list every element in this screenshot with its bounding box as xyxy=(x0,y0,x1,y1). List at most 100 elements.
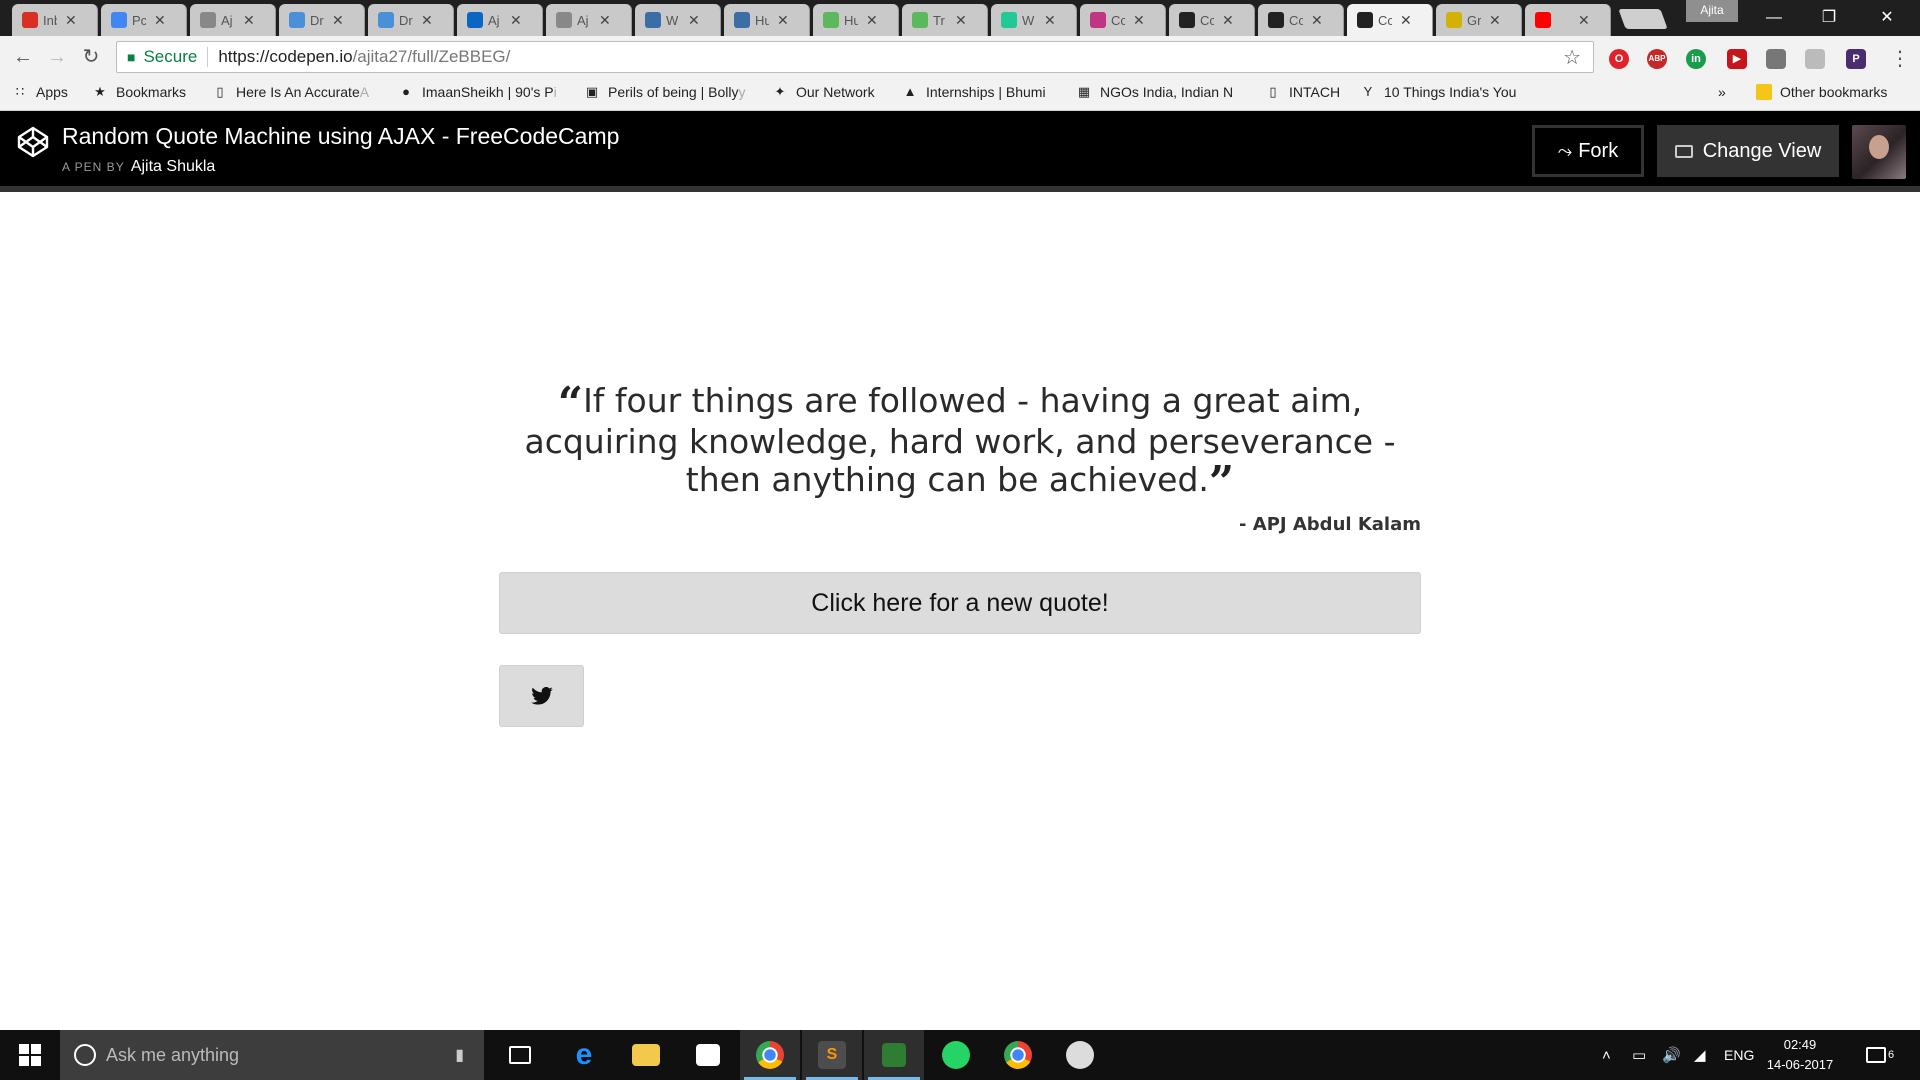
browser-tab[interactable]: Hu ✕ xyxy=(813,4,899,36)
taskbar-file-explorer[interactable] xyxy=(616,1030,676,1080)
reload-icon[interactable]: ↻ xyxy=(78,44,104,70)
restore-icon[interactable]: ❐ xyxy=(1806,4,1852,32)
close-tab-icon[interactable]: ✕ xyxy=(1222,12,1234,29)
browser-tab[interactable]: Pc ✕ xyxy=(101,4,187,36)
taskbar-edge[interactable]: e xyxy=(554,1030,614,1080)
video-extension-icon[interactable]: ▶ xyxy=(1727,49,1747,69)
browser-tab[interactable]: Cc ✕ xyxy=(1258,4,1344,36)
close-tab-icon[interactable]: ✕ xyxy=(332,12,344,29)
tray-chevron-icon[interactable]: ˄ xyxy=(1602,1030,1611,1080)
pen-title: Random Quote Machine using AJAX - FreeCo… xyxy=(62,123,620,149)
browser-tab[interactable]: Gr ✕ xyxy=(1436,4,1522,36)
taskbar-app[interactable] xyxy=(864,1030,924,1080)
browser-tab[interactable]: Dr ✕ xyxy=(279,4,365,36)
codepen-logo-icon[interactable] xyxy=(16,125,50,159)
change-view-button[interactable]: Change View xyxy=(1657,125,1839,177)
microphone-icon[interactable]: ▮ xyxy=(455,1045,464,1065)
purple-extension-icon[interactable]: P xyxy=(1846,49,1866,69)
browser-tab[interactable]: Hu ✕ xyxy=(724,4,810,36)
close-tab-icon[interactable]: ✕ xyxy=(243,12,255,29)
close-window-icon[interactable]: ✕ xyxy=(1864,4,1910,32)
author-link[interactable]: Ajita Shukla xyxy=(131,158,216,175)
bookmark-item[interactable]: ● ImaanSheikh | 90's Pi xyxy=(398,84,557,100)
notification-center-icon[interactable]: 6 xyxy=(1866,1030,1894,1080)
forward-icon[interactable]: → xyxy=(44,44,70,70)
start-button[interactable] xyxy=(0,1030,60,1080)
close-tab-icon[interactable]: ✕ xyxy=(1133,12,1145,29)
omnibox-separator xyxy=(207,47,209,67)
green-extension-icon[interactable]: in xyxy=(1686,49,1706,69)
close-tab-icon[interactable]: ✕ xyxy=(65,12,77,29)
opera-extension-icon[interactable]: O xyxy=(1609,49,1629,69)
user-avatar[interactable] xyxy=(1852,125,1906,179)
browser-tab[interactable]: Cc ✕ xyxy=(1347,4,1433,36)
close-tab-icon[interactable]: ✕ xyxy=(599,12,611,29)
browser-tab[interactable]: ✕ xyxy=(1525,4,1611,36)
taskbar-sublime[interactable]: S xyxy=(802,1030,862,1080)
browser-tab[interactable]: Aj ✕ xyxy=(546,4,632,36)
bookmark-item[interactable]: ▲ Internships | Bhumi xyxy=(902,84,1046,100)
browser-tab[interactable]: W ✕ xyxy=(635,4,721,36)
browser-tab[interactable]: W ✕ xyxy=(991,4,1077,36)
adblock-extension-icon[interactable]: ABP xyxy=(1647,49,1667,69)
cortana-search[interactable]: Ask me anything ▮ xyxy=(60,1030,484,1080)
tweet-button[interactable] xyxy=(499,665,584,727)
tab-label: Aj xyxy=(577,12,589,28)
ycombinator-icon: Y xyxy=(1363,84,1373,99)
profile-button[interactable]: Ajita xyxy=(1686,0,1738,22)
bookmark-item[interactable]: ▦ NGOs India, Indian N xyxy=(1076,84,1233,100)
volume-icon[interactable]: 🔊 xyxy=(1662,1030,1681,1080)
close-tab-icon[interactable]: ✕ xyxy=(688,12,700,29)
close-tab-icon[interactable]: ✕ xyxy=(1400,12,1412,29)
browser-tab[interactable]: Inbox ✕ xyxy=(12,4,98,36)
browser-tab[interactable]: Tr ✕ xyxy=(902,4,988,36)
bookmark-item[interactable]: ★ Bookmarks xyxy=(92,84,186,100)
bookmark-item[interactable]: Y 10 Things India's You xyxy=(1360,84,1517,100)
bookmark-item[interactable]: ▯ INTACH xyxy=(1265,84,1340,100)
fork-button[interactable]: ⤳ Fork xyxy=(1532,125,1644,177)
disabled-extension-icon[interactable] xyxy=(1805,49,1825,69)
close-tab-icon[interactable]: ✕ xyxy=(1578,12,1590,29)
clock[interactable]: 02:49 14-06-2017 xyxy=(1760,1035,1840,1075)
taskbar-chrome[interactable] xyxy=(740,1030,800,1080)
tab-label: Cc xyxy=(1378,12,1392,28)
bookmark-item[interactable]: ∷ Apps xyxy=(12,84,68,100)
close-tab-icon[interactable]: ✕ xyxy=(1311,12,1323,29)
bookmark-item[interactable]: ▯ Here Is An Accurate A xyxy=(212,84,369,100)
back-icon[interactable]: ← xyxy=(10,44,36,70)
browser-tab[interactable]: Cc ✕ xyxy=(1169,4,1255,36)
language-indicator[interactable]: ENG xyxy=(1724,1030,1754,1080)
taskbar-chrome-2[interactable] xyxy=(988,1030,1048,1080)
address-bar[interactable]: ■ Secure https://codepen.io /ajita27/ful… xyxy=(116,41,1594,73)
gray-extension-icon[interactable] xyxy=(1766,49,1786,69)
browser-tab[interactable]: Cc ✕ xyxy=(1080,4,1166,36)
close-tab-icon[interactable]: ✕ xyxy=(777,12,789,29)
secure-label: Secure xyxy=(143,47,198,66)
close-tab-icon[interactable]: ✕ xyxy=(955,12,967,29)
browser-tab[interactable]: Aj ✕ xyxy=(190,4,276,36)
new-quote-button[interactable]: Click here for a new quote! xyxy=(499,572,1421,634)
bookmarks-overflow[interactable]: » xyxy=(1718,84,1726,100)
taskbar-paint[interactable] xyxy=(1050,1030,1110,1080)
taskbar-whatsapp[interactable] xyxy=(926,1030,986,1080)
close-tab-icon[interactable]: ✕ xyxy=(510,12,522,29)
close-tab-icon[interactable]: ✕ xyxy=(154,12,166,29)
bookmark-item[interactable]: ✦ Our Network xyxy=(772,84,875,100)
bookmark-star-icon[interactable]: ☆ xyxy=(1563,45,1581,70)
minimize-icon[interactable]: — xyxy=(1751,4,1797,32)
clock-date: 14-06-2017 xyxy=(1766,1057,1834,1072)
new-tab-button[interactable] xyxy=(1618,9,1668,29)
taskbar-store[interactable] xyxy=(678,1030,738,1080)
bookmark-item[interactable]: ▣ Perils of being | Bolly y xyxy=(584,84,746,100)
close-tab-icon[interactable]: ✕ xyxy=(866,12,878,29)
close-tab-icon[interactable]: ✕ xyxy=(1044,12,1056,29)
browser-tab[interactable]: Dr ✕ xyxy=(368,4,454,36)
browser-tab[interactable]: Aj ✕ xyxy=(457,4,543,36)
wifi-icon[interactable]: ◢ xyxy=(1694,1030,1706,1080)
close-tab-icon[interactable]: ✕ xyxy=(421,12,433,29)
task-view-button[interactable] xyxy=(490,1030,550,1080)
close-tab-icon[interactable]: ✕ xyxy=(1489,12,1501,29)
chrome-menu-icon[interactable]: ⋮ xyxy=(1890,46,1910,71)
battery-icon[interactable]: ▭ xyxy=(1632,1030,1646,1080)
other-bookmarks[interactable]: Other bookmarks xyxy=(1756,84,1887,100)
